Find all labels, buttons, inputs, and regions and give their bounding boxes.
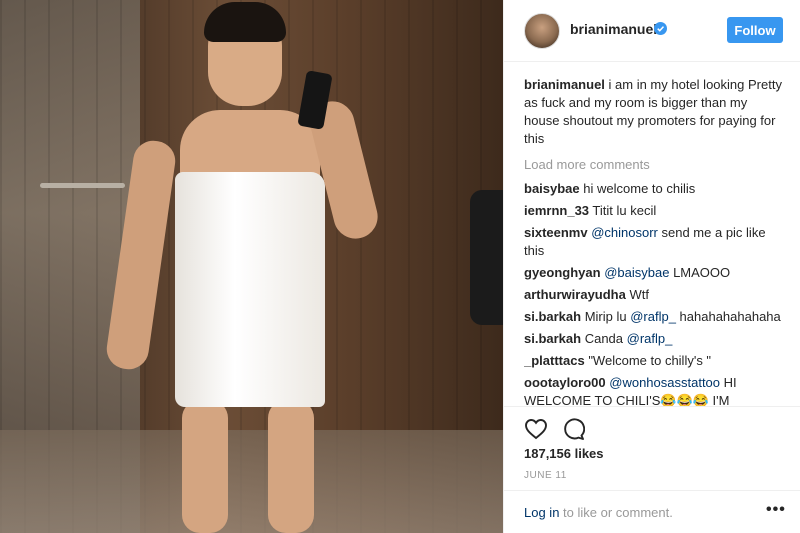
photo-bag	[470, 190, 503, 325]
photo-figure-towel	[175, 172, 325, 407]
comment-text: Mirip lu	[581, 309, 631, 324]
action-bar	[504, 406, 800, 446]
caption-username[interactable]: brianimanuel	[524, 77, 605, 92]
photo-towel-rail	[40, 183, 125, 188]
post-photo[interactable]	[0, 0, 503, 533]
comment-username[interactable]: _platttacs	[524, 353, 585, 368]
comment-text: hi welcome to chilis	[579, 181, 696, 196]
heart-icon[interactable]	[524, 417, 548, 441]
login-footer: Log in to like or comment. •••	[504, 490, 800, 533]
comment-username[interactable]: gyeonghyan	[524, 265, 601, 280]
comment-mention-link[interactable]: @wonhosasstattoo	[609, 375, 720, 390]
post-header: brianimanuel Follow	[504, 0, 800, 62]
follow-button[interactable]: Follow	[727, 17, 783, 43]
comment-row: oootayloro00 @wonhosasstattoo HI WELCOME…	[524, 374, 786, 406]
comment-username[interactable]: si.barkah	[524, 309, 581, 324]
comment-username[interactable]: si.barkah	[524, 331, 581, 346]
comment-row: _platttacs "Welcome to chilly's "	[524, 352, 786, 370]
comment-text: Wtf	[625, 287, 649, 302]
more-options-icon[interactable]: •••	[766, 501, 786, 519]
comment-text: LMAOOO	[669, 265, 731, 280]
comment-username[interactable]: baisybae	[524, 181, 580, 196]
comment-row: sixteenmv @chinosorr send me a pic like …	[524, 224, 786, 260]
comment-row: arthurwirayudha Wtf	[524, 286, 786, 304]
photo-figure-leg	[268, 400, 314, 533]
login-link[interactable]: Log in	[524, 505, 559, 520]
comment-username[interactable]: sixteenmv	[524, 225, 588, 240]
comment-row: baisybae hi welcome to chilis	[524, 180, 786, 198]
comment-row: iemrnn_33 Titit lu kecil	[524, 202, 786, 220]
photo-figure-leg	[182, 400, 228, 533]
comment-username[interactable]: arthurwirayudha	[524, 287, 626, 302]
post-date[interactable]: JUNE 11	[524, 470, 567, 481]
comment-mention-link[interactable]: @raflp_	[627, 331, 673, 346]
post-side-panel: brianimanuel Follow brianimanuel i am in…	[503, 0, 800, 533]
comment-username[interactable]: oootayloro00	[524, 375, 606, 390]
comment-text: "Welcome to chilly's "	[584, 353, 712, 368]
comments-list[interactable]: brianimanuel i am in my hotel looking Pr…	[524, 76, 786, 406]
comment-row: si.barkah Canda @raflp_	[524, 330, 786, 348]
comment-row: si.barkah Mirip lu @raflp_ hahahahahahah…	[524, 308, 786, 326]
comment-text: Titit lu kecil	[589, 203, 657, 218]
comment-row: gyeonghyan @baisybae LMAOOO	[524, 264, 786, 282]
comment-text: Canda	[581, 331, 627, 346]
caption: brianimanuel i am in my hotel looking Pr…	[524, 76, 786, 148]
likes-count[interactable]: 187,156 likes	[524, 446, 604, 461]
login-prompt-text: to like or comment.	[559, 505, 673, 520]
comment-mention-link[interactable]: @chinosorr	[591, 225, 658, 240]
photo-figure-hair	[204, 2, 286, 42]
avatar[interactable]	[524, 13, 560, 49]
photo-floor	[0, 430, 503, 533]
comment-mention-link[interactable]: @baisybae	[604, 265, 669, 280]
verified-badge-icon	[654, 22, 667, 35]
login-prompt: Log in to like or comment.	[524, 505, 673, 520]
load-more-comments-link[interactable]: Load more comments	[524, 156, 786, 174]
comment-icon[interactable]	[561, 417, 585, 441]
comment-container: baisybae hi welcome to chilis iemrnn_33 T…	[524, 180, 786, 406]
comment-username[interactable]: iemrnn_33	[524, 203, 589, 218]
header-username[interactable]: brianimanuel	[570, 21, 657, 37]
comment-text: hahahahahahaha	[675, 309, 781, 324]
comment-mention-link[interactable]: @raflp_	[630, 309, 676, 324]
